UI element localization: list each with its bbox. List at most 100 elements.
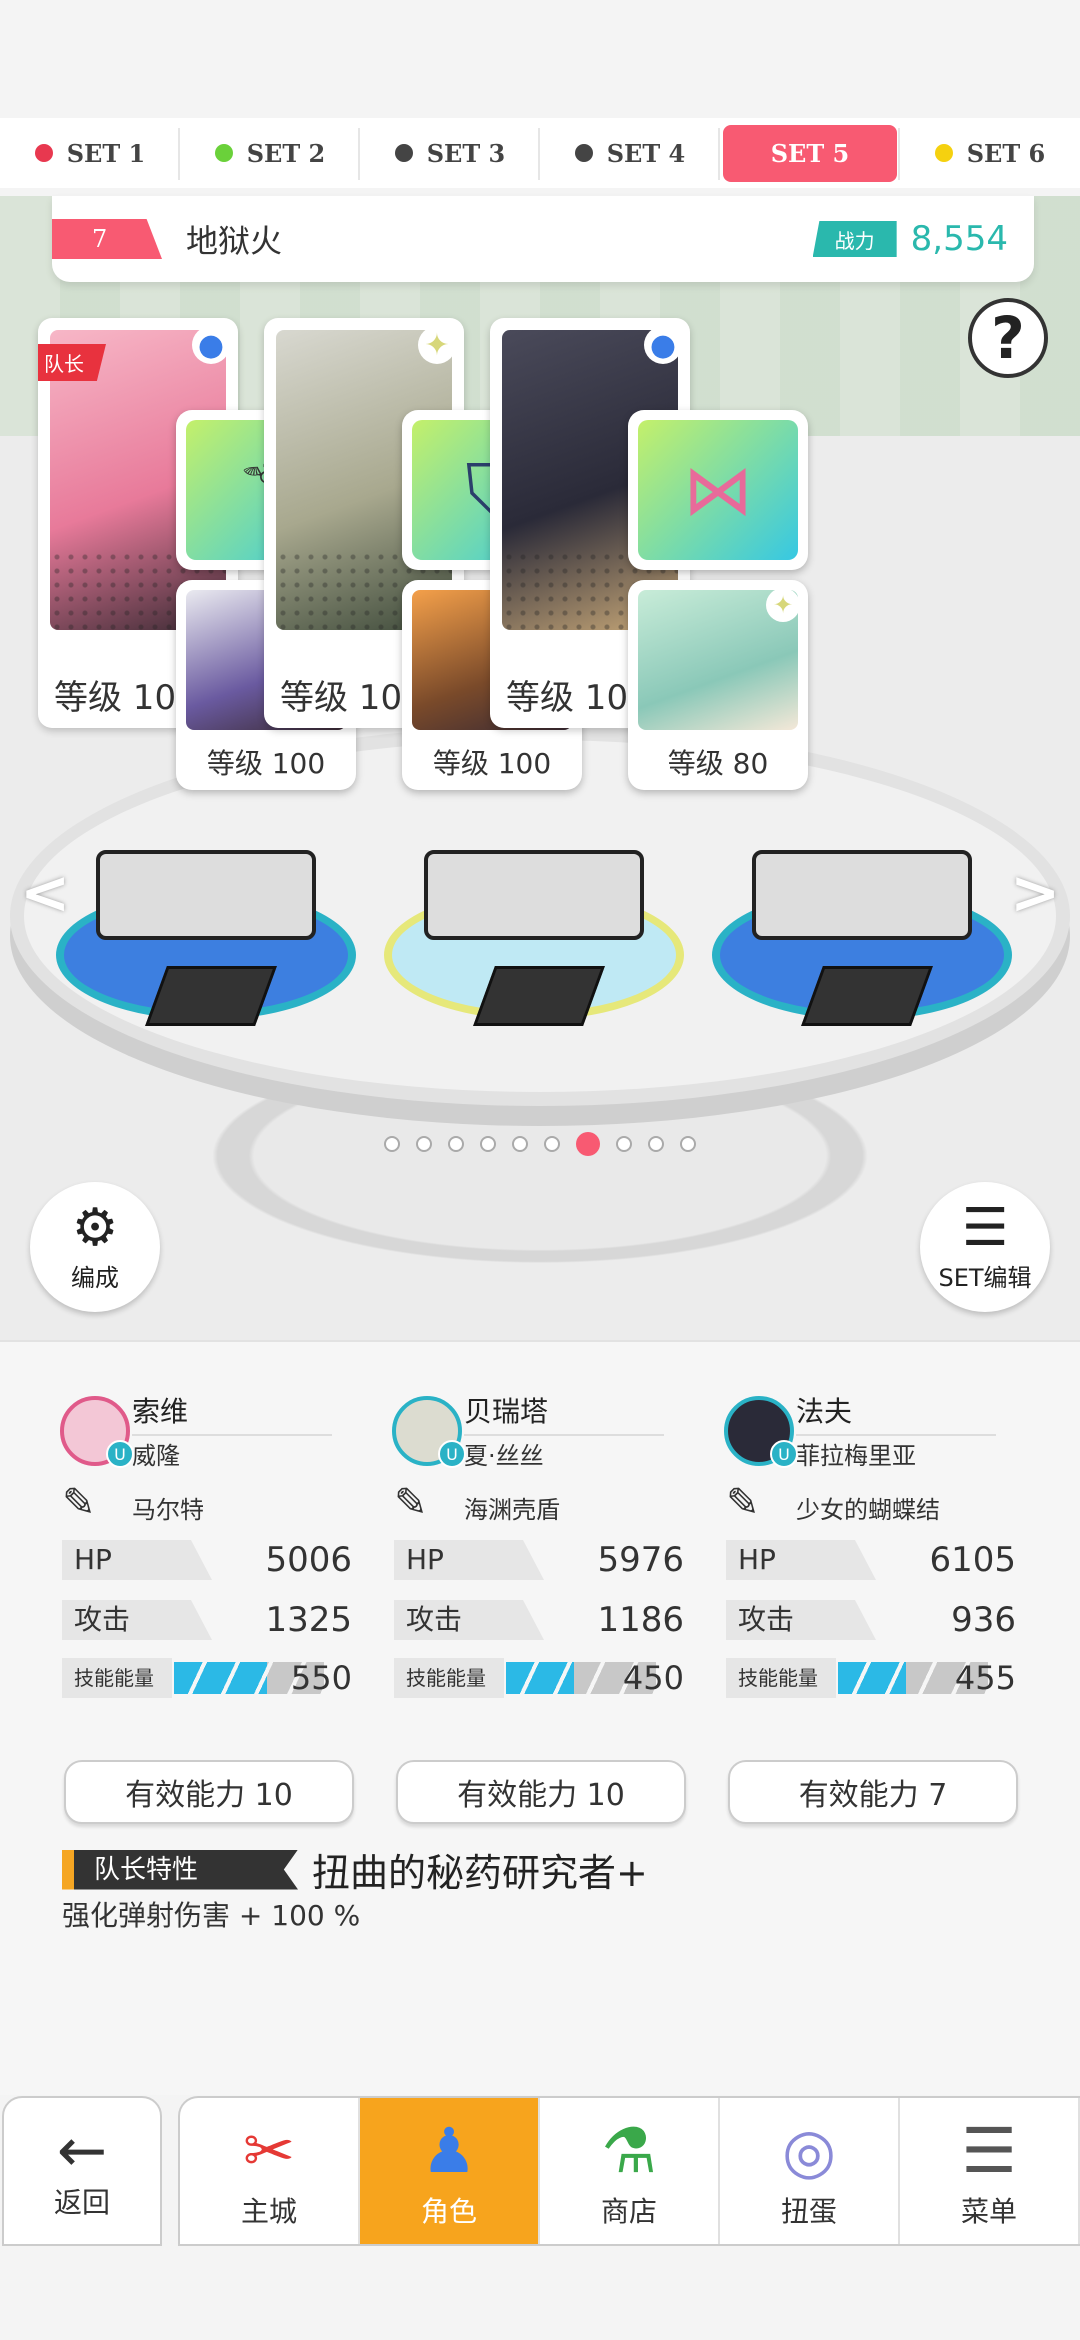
set-dot-icon (34, 144, 53, 162)
ability-button[interactable]: 有效能力 7 (728, 1760, 1018, 1824)
tab-label: 菜单 (960, 2195, 1017, 2228)
sub-character-name: 夏·丝丝 (464, 1442, 544, 1470)
set-dot-icon (574, 144, 593, 162)
sub-character-name: 威隆 (132, 1442, 180, 1470)
set-tab-3[interactable]: SET 3 (360, 118, 540, 188)
energy-value: 455 (954, 1659, 1016, 1697)
energy-row: 技能能量 450 (394, 1658, 684, 1698)
sparkle-icon: ✦ (766, 588, 800, 622)
set-label: SET 6 (966, 138, 1046, 168)
weapon-card[interactable]: ⋈ (628, 410, 808, 570)
team-name: 地狱火 (186, 222, 283, 260)
bow-icon: ⋈ (638, 420, 798, 560)
page-dot (416, 1136, 432, 1152)
page-dot (648, 1136, 664, 1152)
set-label: SET 1 (66, 138, 146, 168)
page-dot (448, 1136, 464, 1152)
character-pedestal[interactable] (56, 820, 356, 1026)
character-slot-3[interactable]: ● 等级 100 ⋈ ✦ 等级 80 (490, 318, 820, 790)
back-button[interactable]: ← 返回 (2, 2096, 162, 2246)
tab-label: 角色 (420, 2195, 477, 2228)
attack-value: 1325 (265, 1600, 352, 1640)
attack-label: 攻击 (726, 1600, 876, 1640)
back-arrow-icon: ← (56, 2116, 108, 2186)
energy-label: 技能能量 (62, 1658, 172, 1698)
hp-value: 5006 (265, 1540, 352, 1580)
set-edit-button[interactable]: ☰ SET编辑 (920, 1182, 1050, 1312)
team-number: 7 (52, 219, 162, 259)
set-tab-2[interactable]: SET 2 (180, 118, 360, 188)
character-pedestal[interactable] (712, 820, 1012, 1026)
tab-town[interactable]: ✂ 主城 (180, 2098, 360, 2244)
set-tab-5[interactable]: SET 5 (720, 118, 900, 188)
character-pedestal[interactable] (384, 820, 684, 1026)
set-edit-label: SET编辑 (938, 1263, 1032, 1292)
set-tab-4[interactable]: SET 4 (540, 118, 720, 188)
pedestal-chip (145, 966, 277, 1026)
weapon-name: 海渊壳盾 (464, 1496, 560, 1524)
page-dot (616, 1136, 632, 1152)
energy-fill (838, 1662, 906, 1694)
town-icon: ✂ (243, 2114, 295, 2187)
ability-button[interactable]: 有效能力 10 (396, 1760, 686, 1824)
hp-row: HP 6105 (726, 1540, 1016, 1580)
character-icon: ♟ (421, 2114, 477, 2187)
set-label: SET 2 (246, 138, 326, 168)
tab-label: 主城 (240, 2195, 297, 2228)
weapon-icon: ✎ (62, 1480, 96, 1526)
character-name: 索维 (132, 1390, 332, 1436)
set-tabs: SET 1 SET 2 SET 3 SET 4 SET 5 SET 6 (0, 118, 1080, 188)
element-icon: ● (192, 326, 230, 364)
energy-label: 技能能量 (726, 1658, 836, 1698)
nav-tabs: ✂ 主城 ♟ 角色 ⚗ 商店 ◎ 扭蛋 ☰ 菜单 (178, 2096, 1080, 2246)
team-title-bar[interactable]: 7 地狱火 战力 8,554 (52, 196, 1034, 282)
leader-trait-name: 扭曲的秘药研究者+ (312, 1851, 648, 1895)
help-button[interactable]: ? (968, 298, 1048, 378)
pedestal-block (424, 850, 644, 940)
page-dot (384, 1136, 400, 1152)
power-label: 战力 (812, 221, 897, 257)
attack-row: 攻击 1325 (62, 1600, 352, 1640)
prev-arrow-icon[interactable]: < (20, 858, 70, 928)
page-dot (512, 1136, 528, 1152)
hp-label: HP (726, 1540, 876, 1580)
energy-label: 技能能量 (394, 1658, 504, 1698)
page-dot (480, 1136, 496, 1152)
set-label: SET 3 (426, 138, 506, 168)
hp-value: 6105 (929, 1540, 1016, 1580)
energy-fill (506, 1662, 574, 1694)
attack-value: 1186 (597, 1600, 684, 1640)
page-indicator (0, 1132, 1080, 1156)
weapon-name: 马尔特 (132, 1496, 204, 1524)
sub-character-card[interactable]: ✦ 等级 80 (628, 580, 808, 790)
set-label: SET 4 (606, 138, 686, 168)
bottom-nav: ← 返回 ✂ 主城 ♟ 角色 ⚗ 商店 ◎ 扭蛋 ☰ 菜单 (0, 2096, 1080, 2246)
leader-tag: 队长 (38, 344, 106, 381)
set-tab-6[interactable]: SET 6 (900, 118, 1080, 188)
ability-button[interactable]: 有效能力 10 (64, 1760, 354, 1824)
sub-character-name: 菲拉梅里亚 (796, 1442, 916, 1470)
attack-label: 攻击 (394, 1600, 544, 1640)
set-tab-1[interactable]: SET 1 (0, 118, 180, 188)
page-dot-active (576, 1132, 600, 1156)
character-name: 贝瑞塔 (464, 1390, 664, 1436)
next-arrow-icon[interactable]: > (1010, 858, 1060, 928)
leader-trait-desc: 强化弹射伤害 + 100 % (62, 1899, 361, 1932)
hp-label: HP (394, 1540, 544, 1580)
pedestal-chip (801, 966, 933, 1026)
attack-value: 936 (951, 1600, 1016, 1640)
element-icon: ● (644, 326, 682, 364)
tab-shop[interactable]: ⚗ 商店 (540, 2098, 720, 2244)
formation-label: 编成 (71, 1263, 119, 1292)
hp-row: HP 5006 (62, 1540, 352, 1580)
tab-gacha[interactable]: ◎ 扭蛋 (720, 2098, 900, 2244)
tab-character[interactable]: ♟ 角色 (360, 2098, 540, 2244)
character-name: 法夫 (796, 1390, 996, 1436)
tab-label: 扭蛋 (780, 2195, 837, 2228)
power-value: 8,554 (910, 219, 1008, 259)
set-dot-icon (214, 144, 233, 162)
back-label: 返回 (53, 2186, 110, 2219)
formation-button[interactable]: ⚙ 编成 (30, 1182, 160, 1312)
tab-menu[interactable]: ☰ 菜单 (900, 2098, 1080, 2244)
sparkle-icon: ✦ (418, 326, 456, 364)
